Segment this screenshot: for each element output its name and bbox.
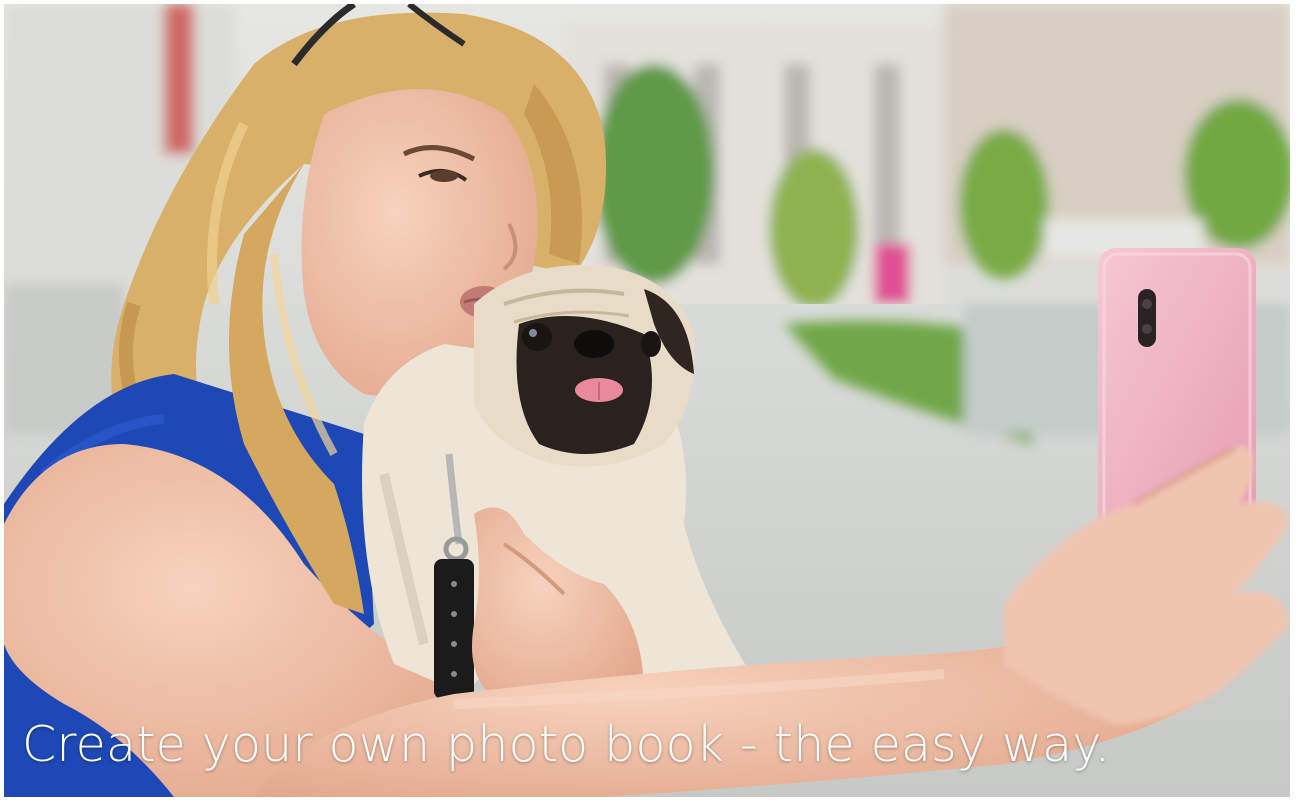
hero-banner: Create your own photo book - the easy wa…	[4, 4, 1290, 797]
hero-headline: Create your own photo book - the easy wa…	[22, 716, 1111, 773]
hero-photo	[4, 4, 1290, 797]
